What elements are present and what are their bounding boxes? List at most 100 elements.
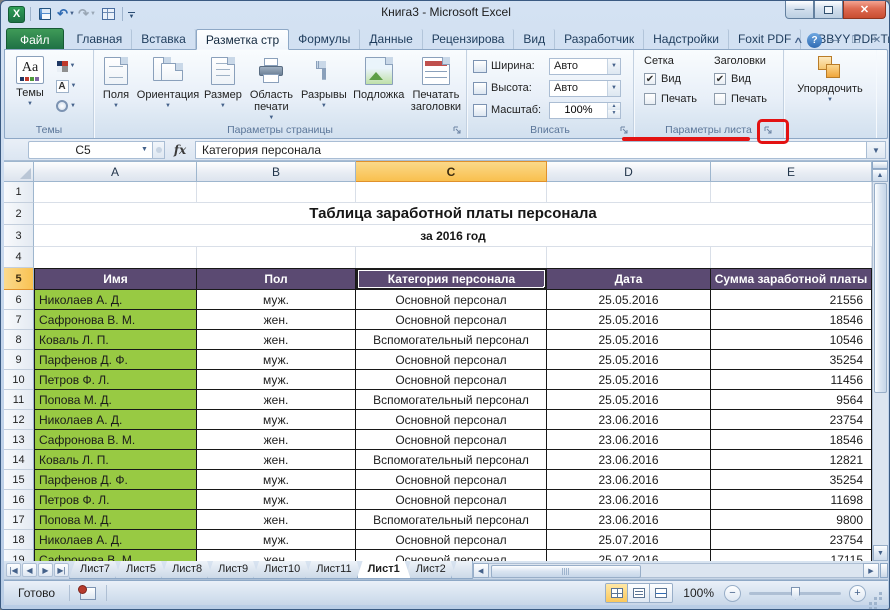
cell-b8[interactable]: жен. [197,330,356,350]
scroll-left-button[interactable]: ◀ [472,563,489,578]
cell-d15[interactable]: 23.06.2016 [547,470,711,490]
cell-e18[interactable]: 23754 [711,530,872,550]
размер-button[interactable]: Размер ▼ [200,53,246,121]
cell-d11[interactable]: 25.05.2016 [547,390,711,410]
help-icon[interactable]: ? [807,33,822,48]
restore-button[interactable] [814,1,843,19]
row-header-4[interactable]: 4 [4,247,34,268]
next-sheet-button[interactable]: ▶ [38,563,53,577]
cell-empty[interactable] [34,182,197,203]
cell-c17[interactable]: Вспомогательный персонал [356,510,547,530]
cell-b17[interactable]: жен. [197,510,356,530]
cell-b9[interactable]: муж. [197,350,356,370]
cell-d9[interactable]: 25.05.2016 [547,350,711,370]
workbook-close-button[interactable]: ✕ [869,35,885,46]
cell-b7[interactable]: жен. [197,310,356,330]
zoom-slider-thumb[interactable] [791,586,800,600]
merged-subtitle-cell[interactable]: за 2016 год [34,225,872,247]
cell-d13[interactable]: 23.06.2016 [547,430,711,450]
поля-button[interactable]: Поля ▼ [96,53,136,121]
сетка-вид-checkbox[interactable]: ✔ Вид [644,69,706,89]
cell-a6[interactable]: Николаев А. Д. [34,290,197,310]
cell-c11[interactable]: Вспомогательный персонал [356,390,547,410]
cell-c8[interactable]: Вспомогательный персонал [356,330,547,350]
table-header-cell[interactable]: Имя [34,268,197,290]
cell-c7[interactable]: Основной персонал [356,310,547,330]
page-setup-dialog-launcher[interactable] [452,125,463,136]
scale-spinner[interactable]: 100% ▲ ▼ [549,101,621,119]
cell-c18[interactable]: Основной персонал [356,530,547,550]
cell-c10[interactable]: Основной персонал [356,370,547,390]
cell-d10[interactable]: 25.05.2016 [547,370,711,390]
name-box-dropdown-icon[interactable]: ▼ [137,146,152,153]
сетка-печать-checkbox[interactable]: Печать [644,89,706,109]
cell-a12[interactable]: Николаев А. Д. [34,410,197,430]
column-header-e[interactable]: E [711,161,872,182]
scroll-up-button[interactable]: ▲ [872,169,888,182]
cell-c6[interactable]: Основной персонал [356,290,547,310]
sheet-tab-лист8[interactable]: Лист8 [161,561,213,579]
cell-a18[interactable]: Николаев А. Д. [34,530,197,550]
cell-d17[interactable]: 23.06.2016 [547,510,711,530]
zoom-out-button[interactable]: − [724,584,741,602]
sheet-tab-лист5[interactable]: Лист5 [115,561,167,579]
cell-b13[interactable]: жен. [197,430,356,450]
checkbox-icon[interactable]: ✔ [714,73,726,85]
scroll-right-button[interactable]: ▶ [863,563,879,578]
tab-split-handle[interactable] [880,563,888,578]
cell-d6[interactable]: 25.05.2016 [547,290,711,310]
cell-d16[interactable]: 23.06.2016 [547,490,711,510]
scale-to-fit-dialog-launcher[interactable] [619,125,630,136]
chevron-down-icon[interactable]: ▼ [607,58,620,74]
cell-a10[interactable]: Петров Ф. Л. [34,370,197,390]
cell-e19[interactable]: 17115 [711,550,872,561]
sheet-tab-лист11[interactable]: Лист11 [305,561,362,579]
theme-effects-button[interactable]: ▼ [53,97,79,115]
fill-handle[interactable] [543,286,545,288]
cell-e16[interactable]: 11698 [711,490,872,510]
cell-empty[interactable] [197,182,356,203]
workbook-restore-button[interactable]: ❐ [848,35,864,46]
row-header-12[interactable]: 12 [4,410,34,430]
ориентация-button[interactable]: Ориентация ▼ [136,53,200,121]
row-header-13[interactable]: 13 [4,430,34,450]
cell-b16[interactable]: муж. [197,490,356,510]
cell-c14[interactable]: Вспомогательный персонал [356,450,547,470]
подложка-button[interactable]: Подложка [351,53,407,121]
row-header-8[interactable]: 8 [4,330,34,350]
cell-c16[interactable]: Основной персонал [356,490,547,510]
theme-colors-button[interactable]: ▼ [53,57,79,75]
cell-b12[interactable]: муж. [197,410,356,430]
row-header-15[interactable]: 15 [4,470,34,490]
cell-d14[interactable]: 23.06.2016 [547,450,711,470]
vertical-split-handle[interactable] [872,161,888,169]
ribbon-tab-вставка[interactable]: Вставка [132,29,196,50]
spin-down-icon[interactable]: ▼ [608,110,620,118]
column-header-d[interactable]: D [547,161,711,182]
row-header-19[interactable]: 19 [4,550,34,561]
cell-a19[interactable]: Сафронова В. М. [34,550,197,561]
minimize-button[interactable]: — [785,1,814,19]
merged-title-cell[interactable]: Таблица заработной платы персонала [34,203,872,225]
cell-b14[interactable]: жен. [197,450,356,470]
sheet-tab-лист9[interactable]: Лист9 [207,561,259,579]
row-header-16[interactable]: 16 [4,490,34,510]
checkbox-icon[interactable] [644,93,656,105]
cell-e8[interactable]: 10546 [711,330,872,350]
page-layout-view-button[interactable] [628,584,651,602]
заголовки-печать-checkbox[interactable]: Печать [714,89,776,109]
row-header-7[interactable]: 7 [4,310,34,330]
cell-e7[interactable]: 18546 [711,310,872,330]
cell-e9[interactable]: 35254 [711,350,872,370]
expand-formula-bar-button[interactable]: ▼ [866,140,886,159]
cell-e11[interactable]: 9564 [711,390,872,410]
cell-e12[interactable]: 23754 [711,410,872,430]
ribbon-tab-вид[interactable]: Вид [514,29,556,50]
cell-b15[interactable]: муж. [197,470,356,490]
ribbon-tab-разметка-стр[interactable]: Разметка стр [195,29,290,50]
theme-fonts-button[interactable]: А ▼ [53,77,79,95]
cell-b18[interactable]: муж. [197,530,356,550]
cell-e14[interactable]: 12821 [711,450,872,470]
ribbon-tab-надстройки[interactable]: Надстройки [644,29,729,50]
page-break-view-button[interactable] [650,584,673,602]
